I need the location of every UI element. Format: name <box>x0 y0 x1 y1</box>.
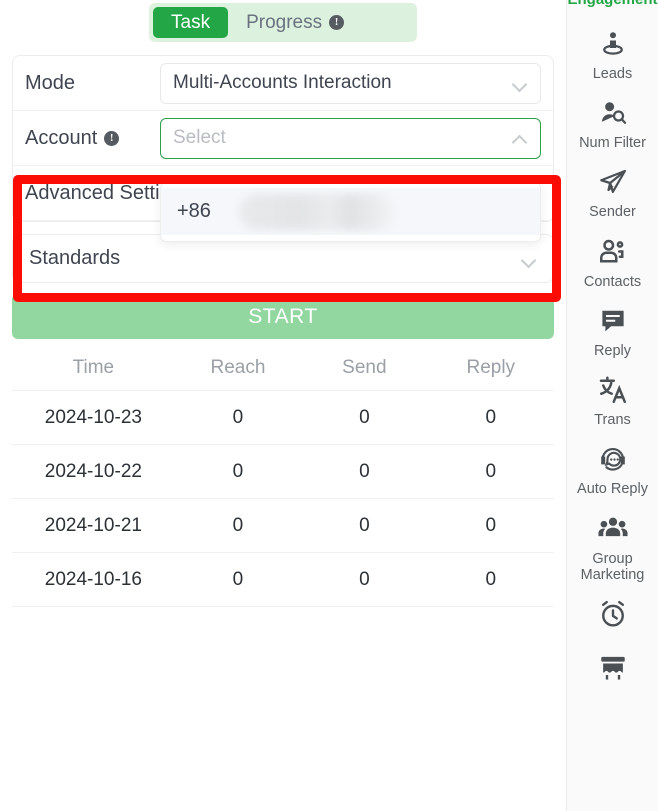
sidebar-item-label: Num Filter <box>579 135 646 152</box>
col-header-send: Send <box>342 357 387 378</box>
sidebar-item-contacts[interactable]: Contacts <box>567 227 658 296</box>
tab-task-label: Task <box>171 11 211 33</box>
cell-send: 0 <box>301 498 428 553</box>
account-select[interactable]: Select <box>160 117 541 159</box>
stats-table-body: 2024-10-23 0 0 0 2024-10-22 0 0 0 2024-1… <box>12 390 554 607</box>
translate-icon <box>595 372 631 408</box>
sidebar-item-auto-reply[interactable]: Auto Reply <box>567 434 658 503</box>
sidebar-item-reply[interactable]: Reply <box>567 296 658 365</box>
sidebar-item-trans[interactable]: Trans <box>567 365 658 434</box>
cell-reach: 0 <box>174 552 302 607</box>
sidebar-item-label: Reply <box>593 342 632 359</box>
cell-time: 2024-10-21 <box>12 498 175 553</box>
cell-send: 0 <box>301 552 428 607</box>
table-row: 2024-10-22 0 0 0 <box>12 444 554 499</box>
mode-label: Mode <box>25 71 76 94</box>
sidebar-item-label: Sender <box>589 204 636 221</box>
paper-plane-icon <box>595 164 631 200</box>
row-mode: Mode Multi-Accounts Interaction <box>13 56 553 111</box>
sidebar-item-label: Leads <box>592 66 633 82</box>
table-row: 2024-10-21 0 0 0 <box>12 498 554 553</box>
standards-select-value: Standards <box>29 247 121 269</box>
tab-progress[interactable]: Progress ! <box>228 7 362 38</box>
cell-reach: 0 <box>174 498 302 553</box>
mode-select[interactable]: Multi-Accounts Interaction <box>160 62 541 104</box>
sidebar-item-sender[interactable]: Sender <box>567 157 658 226</box>
sidebar-item-label: Contacts <box>583 273 642 290</box>
group-people-icon <box>595 511 631 547</box>
sidebar-item-alarm[interactable] <box>567 589 658 642</box>
col-header-time: Time <box>72 357 115 378</box>
account-label-text: Account <box>25 126 98 149</box>
col-header-reply: Reply <box>466 357 516 378</box>
sidebar-item-leads[interactable]: Leads <box>567 19 658 88</box>
info-icon: ! <box>329 15 345 30</box>
cell-reply: 0 <box>427 498 554 553</box>
info-icon: ! <box>104 130 120 146</box>
app-root: Task Progress ! Mode Multi-Accounts Inte… <box>0 0 658 811</box>
contacts-icon <box>595 234 631 270</box>
cell-time: 2024-10-23 <box>12 390 175 445</box>
person-pin-icon <box>595 26 631 62</box>
cell-reply: 0 <box>427 552 554 607</box>
stats-table: Time Reach Send Reply 2024-10-23 0 0 0 2… <box>12 357 554 607</box>
person-search-icon <box>595 95 631 131</box>
cell-send: 0 <box>301 444 428 499</box>
start-button[interactable]: START <box>12 294 554 339</box>
sidebar-item-label: Group Marketing <box>580 550 645 583</box>
col-header-reach: Reach <box>210 357 266 378</box>
chat-lines-icon <box>595 303 631 339</box>
cell-reach: 0 <box>174 444 302 499</box>
sidebar-item-num-filter[interactable]: Num Filter <box>567 88 658 157</box>
headset-chat-icon <box>595 441 631 477</box>
sidebar-list: Leads Num Filter Sender Contacts Reply T… <box>567 0 658 695</box>
sidebar-item-label: Trans <box>594 412 631 429</box>
account-label: Account ! <box>25 127 160 150</box>
tab-task[interactable]: Task <box>153 7 229 38</box>
settings-card: Mode Multi-Accounts Interaction Account … <box>12 55 561 302</box>
tab-bar: Task Progress ! <box>149 3 417 42</box>
sidebar: Engagement Leads <box>566 0 658 811</box>
account-dropdown-option[interactable]: +86 <box>161 188 540 235</box>
cell-time: 2024-10-16 <box>12 552 175 607</box>
chevron-up-icon <box>512 130 528 146</box>
table-header-row: Time Reach Send Reply <box>12 357 554 391</box>
account-dropdown-menu[interactable]: +86 <box>160 182 541 242</box>
account-select-placeholder: Select <box>173 127 226 148</box>
alarm-clock-icon <box>595 596 631 632</box>
cell-reply: 0 <box>427 390 554 445</box>
masked-phone-number <box>239 194 394 230</box>
shop-icon <box>595 649 631 685</box>
chevron-down-icon <box>521 251 537 267</box>
main-panel: Task Progress ! Mode Multi-Accounts Inte… <box>0 0 566 811</box>
tab-progress-label: Progress <box>246 11 323 33</box>
cell-time: 2024-10-22 <box>12 444 175 499</box>
table-row: 2024-10-16 0 0 0 <box>12 552 554 607</box>
advanced-settings-label: Advanced Settings <box>25 181 192 204</box>
table-row: 2024-10-23 0 0 0 <box>12 390 554 445</box>
cell-reach: 0 <box>174 390 302 445</box>
stats-table-head: Time Reach Send Reply <box>12 357 554 391</box>
row-account: Account ! Select <box>13 111 553 166</box>
sidebar-heading: Engagement <box>567 0 658 8</box>
account-option-prefix: +86 <box>177 200 211 222</box>
sidebar-item-group-marketing[interactable]: Group Marketing <box>567 504 658 589</box>
cell-reply: 0 <box>427 444 554 499</box>
sidebar-item-shop[interactable] <box>567 642 658 695</box>
cell-send: 0 <box>301 390 428 445</box>
mode-select-value: Multi-Accounts Interaction <box>173 72 392 93</box>
sidebar-item-label: Auto Reply <box>577 481 648 498</box>
chevron-down-icon <box>512 75 528 91</box>
